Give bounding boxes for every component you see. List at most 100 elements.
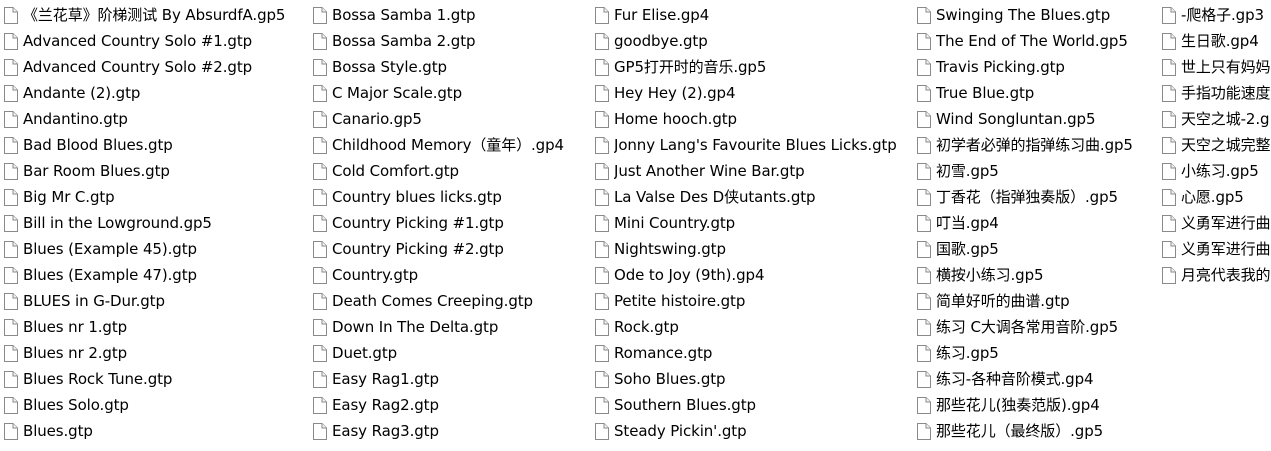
file-item[interactable]: goodbye.gtp	[594, 28, 916, 54]
file-item[interactable]: 生日歌.gp4	[1161, 28, 1271, 54]
file-item[interactable]: 练习 C大调各常用音阶.gp5	[916, 314, 1161, 340]
blank-document-icon	[4, 214, 18, 232]
blank-document-icon	[917, 318, 931, 336]
file-item[interactable]: Easy Rag3.gtp	[312, 418, 594, 444]
file-item[interactable]: 那些花儿（最终版）.gp5	[916, 418, 1161, 444]
file-item[interactable]: Blues (Example 45).gtp	[3, 236, 309, 262]
file-name: True Blue.gtp	[936, 84, 1035, 102]
file-item[interactable]: 国歌.gp5	[916, 236, 1161, 262]
file-item[interactable]: 义勇军进行曲	[1161, 236, 1271, 262]
file-item[interactable]: True Blue.gtp	[916, 80, 1161, 106]
blank-document-icon	[313, 136, 327, 154]
file-name: 义勇军进行曲	[1181, 240, 1271, 258]
file-item[interactable]: 天空之城完整	[1161, 132, 1271, 158]
blank-document-icon	[1162, 58, 1176, 76]
file-item[interactable]: Swinging The Blues.gtp	[916, 2, 1161, 28]
file-name: Down In The Delta.gtp	[332, 318, 499, 336]
file-name: Wind Songluntan.gp5	[936, 110, 1096, 128]
blank-document-icon	[1162, 266, 1176, 284]
file-item[interactable]: 手指功能速度	[1161, 80, 1271, 106]
file-item[interactable]: Blues nr 1.gtp	[3, 314, 309, 340]
file-name: Blues nr 2.gtp	[23, 344, 128, 362]
file-item[interactable]: Jonny Lang's Favourite Blues Licks.gtp	[594, 132, 916, 158]
file-item[interactable]: Blues Solo.gtp	[3, 392, 309, 418]
file-item[interactable]: Childhood Memory（童年）.gp4	[312, 132, 594, 158]
file-item[interactable]: GP5打开时的音乐.gp5	[594, 54, 916, 80]
file-item[interactable]: 天空之城-2.g	[1161, 106, 1271, 132]
blank-document-icon	[313, 266, 327, 284]
file-item[interactable]: 小练习.gp5	[1161, 158, 1271, 184]
file-item[interactable]: 简单好听的曲谱.gtp	[916, 288, 1161, 314]
file-item[interactable]: Bar Room Blues.gtp	[3, 158, 309, 184]
file-item[interactable]: Ode to Joy (9th).gp4	[594, 262, 916, 288]
file-item[interactable]: BLUES in G-Dur.gtp	[3, 288, 309, 314]
file-item[interactable]: Duet.gtp	[312, 340, 594, 366]
file-name: Blues (Example 45).gtp	[23, 240, 197, 258]
file-item[interactable]: Just Another Wine Bar.gtp	[594, 158, 916, 184]
file-name: Blues Solo.gtp	[23, 396, 129, 414]
file-item[interactable]: Canario.gp5	[312, 106, 594, 132]
file-item[interactable]: Andante (2).gtp	[3, 80, 309, 106]
file-item[interactable]: Country.gtp	[312, 262, 594, 288]
file-item[interactable]: Bossa Samba 2.gtp	[312, 28, 594, 54]
file-item[interactable]: Bossa Style.gtp	[312, 54, 594, 80]
file-item[interactable]: Southern Blues.gtp	[594, 392, 916, 418]
blank-document-icon	[313, 214, 327, 232]
file-item[interactable]: Home hooch.gtp	[594, 106, 916, 132]
file-item[interactable]: 初雪.gp5	[916, 158, 1161, 184]
blank-document-icon	[1162, 162, 1176, 180]
file-item[interactable]: Bad Blood Blues.gtp	[3, 132, 309, 158]
blank-document-icon	[313, 422, 327, 440]
blank-document-icon	[917, 214, 931, 232]
file-item[interactable]: -爬格子.gp3	[1161, 2, 1271, 28]
file-item[interactable]: 世上只有妈妈	[1161, 54, 1271, 80]
file-item[interactable]: Nightswing.gtp	[594, 236, 916, 262]
file-item[interactable]: Advanced Country Solo #2.gtp	[3, 54, 309, 80]
blank-document-icon	[313, 240, 327, 258]
file-item[interactable]: Wind Songluntan.gp5	[916, 106, 1161, 132]
blank-document-icon	[595, 6, 609, 24]
file-item[interactable]: 丁香花（指弹独奏版）.gp5	[916, 184, 1161, 210]
file-item[interactable]: Cold Comfort.gtp	[312, 158, 594, 184]
file-item[interactable]: 心愿.gp5	[1161, 184, 1271, 210]
file-item[interactable]: 《兰花草》阶梯测试 By AbsurdfA.gp5	[3, 2, 309, 28]
blank-document-icon	[4, 370, 18, 388]
file-item[interactable]: Country Picking #2.gtp	[312, 236, 594, 262]
file-item[interactable]: Easy Rag1.gtp	[312, 366, 594, 392]
file-item[interactable]: Blues (Example 47).gtp	[3, 262, 309, 288]
file-item[interactable]: Romance.gtp	[594, 340, 916, 366]
file-item[interactable]: C Major Scale.gtp	[312, 80, 594, 106]
file-item[interactable]: 义勇军进行曲	[1161, 210, 1271, 236]
file-item[interactable]: 叮当.gp4	[916, 210, 1161, 236]
file-item[interactable]: Country Picking #1.gtp	[312, 210, 594, 236]
file-item[interactable]: 练习.gp5	[916, 340, 1161, 366]
file-item[interactable]: Country blues licks.gtp	[312, 184, 594, 210]
file-item[interactable]: 月亮代表我的	[1161, 262, 1271, 288]
file-item[interactable]: 横按小练习.gp5	[916, 262, 1161, 288]
file-item[interactable]: 练习-各种音阶模式.gp4	[916, 366, 1161, 392]
file-item[interactable]: Mini Country.gtp	[594, 210, 916, 236]
file-item[interactable]: Blues.gtp	[3, 418, 309, 444]
file-item[interactable]: Steady Pickin'.gtp	[594, 418, 916, 444]
file-item[interactable]: Blues nr 2.gtp	[3, 340, 309, 366]
blank-document-icon	[313, 162, 327, 180]
file-item[interactable]: Andantino.gtp	[3, 106, 309, 132]
file-item[interactable]: La Valse Des D侠utants.gtp	[594, 184, 916, 210]
file-item[interactable]: Petite histoire.gtp	[594, 288, 916, 314]
file-item[interactable]: Travis Picking.gtp	[916, 54, 1161, 80]
file-item[interactable]: Easy Rag2.gtp	[312, 392, 594, 418]
file-item[interactable]: Bossa Samba 1.gtp	[312, 2, 594, 28]
file-item[interactable]: Death Comes Creeping.gtp	[312, 288, 594, 314]
file-item[interactable]: Soho Blues.gtp	[594, 366, 916, 392]
file-item[interactable]: Blues Rock Tune.gtp	[3, 366, 309, 392]
file-item[interactable]: Down In The Delta.gtp	[312, 314, 594, 340]
file-item[interactable]: Fur Elise.gp4	[594, 2, 916, 28]
file-item[interactable]: Big Mr C.gtp	[3, 184, 309, 210]
file-item[interactable]: The End of The World.gp5	[916, 28, 1161, 54]
file-item[interactable]: Rock.gtp	[594, 314, 916, 340]
file-item[interactable]: Hey Hey (2).gp4	[594, 80, 916, 106]
file-item[interactable]: Advanced Country Solo #1.gtp	[3, 28, 309, 54]
file-item[interactable]: Bill in the Lowground.gp5	[3, 210, 309, 236]
file-item[interactable]: 初学者必弹的指弹练习曲.gp5	[916, 132, 1161, 158]
file-item[interactable]: 那些花儿(独奏范版).gp4	[916, 392, 1161, 418]
